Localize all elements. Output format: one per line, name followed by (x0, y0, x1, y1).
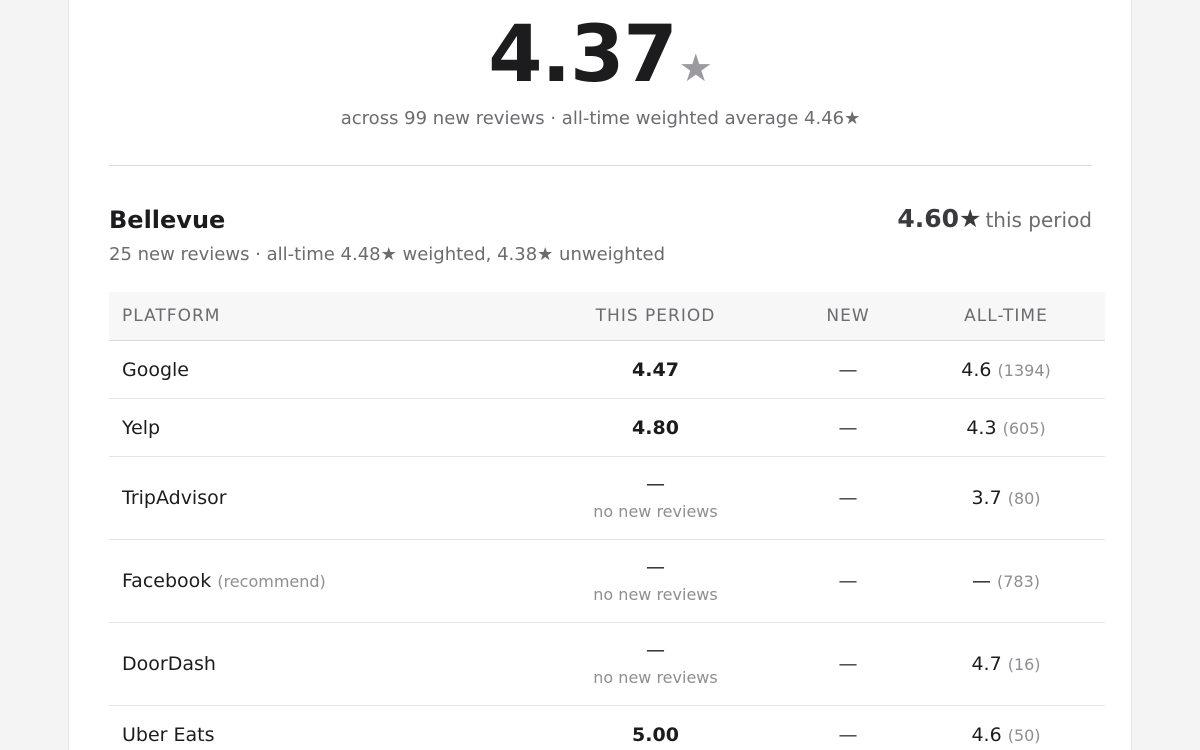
new-cell: — (789, 705, 907, 750)
table-row: Google 4.47 — 4.6 (1394) (109, 340, 1105, 399)
location-period-rating: 4.60★ this period (897, 204, 1092, 233)
all-time-rating: 4.3 (966, 416, 997, 439)
all-time-count: (783) (997, 572, 1041, 591)
header-new: NEW (789, 292, 907, 341)
new-value: — (838, 653, 858, 675)
all-time-rating: 3.7 (971, 487, 1002, 509)
all-time-cell: 4.7 (16) (907, 622, 1105, 706)
new-cell: — (789, 622, 907, 706)
location-header: Bellevue 25 new reviews · all-time 4.48★… (109, 204, 1092, 274)
all-time-cell: 4.3 (605) (907, 398, 1105, 457)
period-rating: 4.80 (632, 416, 679, 439)
platform-name: DoorDash (122, 653, 216, 675)
new-cell: — (789, 539, 907, 623)
reviews-card: 4.37★ across 99 new reviews · all-time w… (68, 0, 1132, 750)
all-time-count: (1394) (997, 360, 1051, 380)
new-value: — (838, 723, 858, 746)
all-time-rating: 4.6 (971, 723, 1002, 746)
all-time-rating: 4.7 (971, 653, 1002, 675)
table-row: Uber Eats 5.00 — 4.6 (50) (109, 705, 1105, 750)
platform-note: (recommend) (217, 572, 326, 591)
header-this-period: THIS PERIOD (522, 292, 789, 341)
platform-cell: Uber Eats (109, 705, 522, 750)
all-time-count: (80) (1007, 489, 1041, 508)
platform-cell: TripAdvisor (109, 456, 522, 540)
overall-rating-value: 4.37 (488, 10, 677, 100)
location-period-value: 4.60★ (897, 204, 982, 233)
period-note: no new reviews (593, 585, 718, 604)
all-time-count: (16) (1007, 655, 1041, 674)
new-value: — (838, 570, 858, 592)
all-time-cell: 4.6 (1394) (907, 340, 1105, 399)
new-cell: — (789, 456, 907, 540)
all-time-rating: 4.6 (961, 358, 992, 381)
period-rating: — (646, 556, 665, 578)
platform-cell: Facebook (recommend) (109, 539, 522, 623)
all-time-cell: — (783) (907, 539, 1105, 623)
period-cell: — no new reviews (522, 622, 789, 706)
table-header-row: PLATFORM THIS PERIOD NEW ALL-TIME (109, 292, 1105, 341)
platform-cell: Yelp (109, 398, 522, 457)
period-note: no new reviews (593, 502, 718, 521)
header-all-time: ALL-TIME (907, 292, 1105, 341)
all-time-count: (50) (1007, 725, 1041, 745)
platform-name: Uber Eats (122, 723, 215, 746)
overall-rating: 4.37★ (109, 16, 1092, 94)
overall-summary: 4.37★ across 99 new reviews · all-time w… (109, 0, 1092, 166)
location-name: Bellevue (109, 206, 226, 234)
new-cell: — (789, 398, 907, 457)
platform-table: PLATFORM THIS PERIOD NEW ALL-TIME Google… (109, 292, 1105, 750)
header-platform: PLATFORM (109, 292, 522, 341)
platform-name: Facebook (122, 570, 212, 592)
table-row: DoorDash — no new reviews — 4.7 (16) (109, 622, 1105, 706)
platform-name: TripAdvisor (122, 487, 227, 509)
overall-subtitle: across 99 new reviews · all-time weighte… (340, 108, 861, 129)
platform-name: Yelp (122, 416, 161, 439)
table-row: Yelp 4.80 — 4.3 (605) (109, 398, 1105, 457)
platform-cell: DoorDash (109, 622, 522, 706)
period-cell: 4.80 (522, 398, 789, 457)
new-cell: — (789, 340, 907, 399)
platform-name: Google (122, 358, 190, 381)
period-cell: 5.00 (522, 705, 789, 750)
period-cell: — no new reviews (522, 456, 789, 540)
all-time-cell: 4.6 (50) (907, 705, 1105, 750)
all-time-count: (605) (1002, 418, 1046, 438)
location-subtitle: 25 new reviews · all-time 4.48★ weighted… (109, 244, 666, 265)
all-time-rating: — (971, 570, 991, 592)
platform-cell: Google (109, 340, 522, 399)
period-cell: — no new reviews (522, 539, 789, 623)
location-period-label: this period (985, 208, 1092, 232)
new-value: — (838, 358, 858, 381)
all-time-cell: 3.7 (80) (907, 456, 1105, 540)
table-row: Facebook (recommend) — no new reviews — … (109, 539, 1105, 623)
period-note: no new reviews (593, 668, 718, 687)
new-value: — (838, 416, 858, 439)
new-value: — (838, 487, 858, 509)
period-rating: — (646, 473, 665, 495)
period-cell: 4.47 (522, 340, 789, 399)
period-rating: 4.47 (632, 358, 679, 381)
table-row: TripAdvisor — no new reviews — 3.7 (80) (109, 456, 1105, 540)
period-rating: — (646, 639, 665, 661)
period-rating: 5.00 (632, 723, 679, 746)
star-icon: ★ (678, 46, 713, 90)
